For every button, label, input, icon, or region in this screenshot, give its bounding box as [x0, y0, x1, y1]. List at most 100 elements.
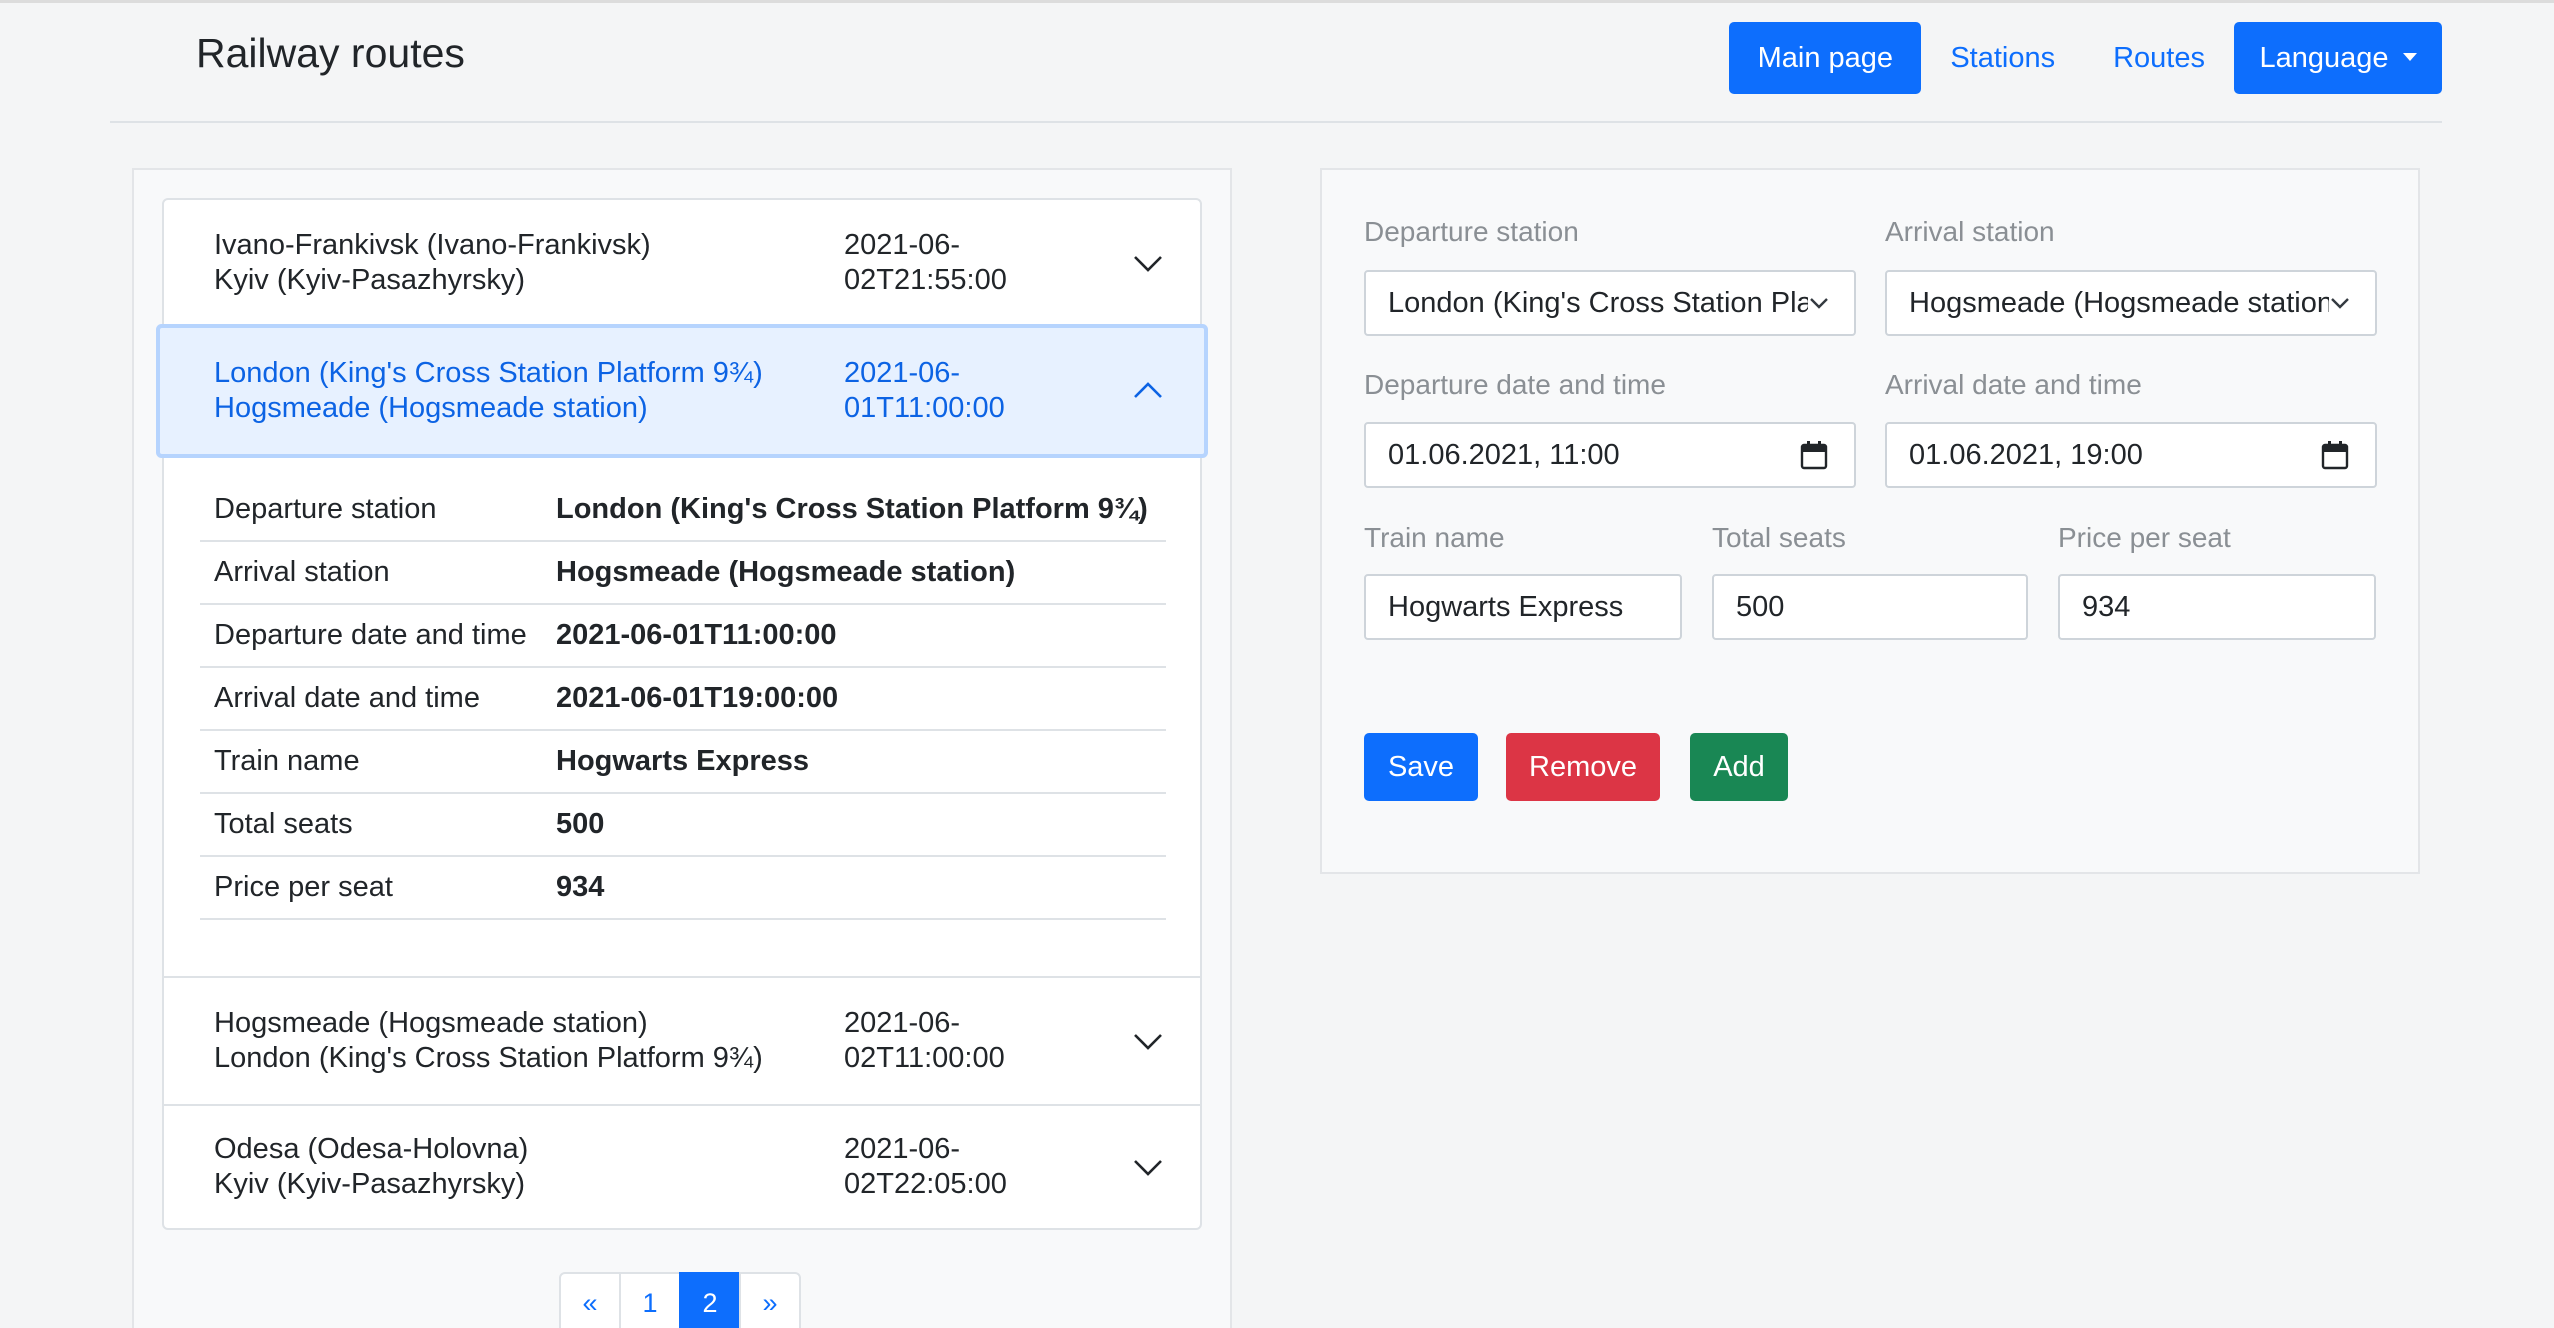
- train-name-value: Hogwarts Express: [1388, 590, 1624, 623]
- route-date-line2: 01T11:00:00: [844, 392, 1005, 424]
- chevron-down-icon: [1808, 292, 1830, 314]
- route-date: 2021-06- 01T11:00:00: [844, 356, 1024, 426]
- detail-label: Arrival station: [200, 541, 542, 605]
- route-stations: Ivano-Frankivsk (Ivano-Frankivsk) Kyiv (…: [214, 228, 814, 298]
- pagination-prev[interactable]: «: [559, 1272, 621, 1328]
- route-header[interactable]: Odesa (Odesa-Holovna) Kyiv (Kyiv-Pasazhy…: [164, 1106, 1200, 1228]
- route-date-line1: 2021-06-: [844, 1133, 961, 1165]
- route-header[interactable]: Hogsmeade (Hogsmeade station) London (Ki…: [164, 978, 1200, 1104]
- pagination-page-1[interactable]: 1: [619, 1272, 681, 1328]
- detail-label: Total seats: [200, 793, 542, 857]
- route-item-expanded: London (King's Cross Station Platform 9¾…: [160, 328, 1204, 978]
- route-date-line2: 02T22:05:00: [844, 1168, 1007, 1200]
- table-row: Total seats 500: [200, 793, 1166, 857]
- route-stations: Odesa (Odesa-Holovna) Kyiv (Kyiv-Pasazhy…: [214, 1132, 814, 1202]
- price-per-seat-value: 934: [2082, 590, 2131, 623]
- calendar-icon[interactable]: [1800, 440, 1828, 470]
- calendar-icon[interactable]: [2321, 440, 2349, 470]
- detail-value: 2021-06-01T19:00:00: [542, 667, 1166, 731]
- routes-accordion: Ivano-Frankivsk (Ivano-Frankivsk) Kyiv (…: [160, 198, 1204, 1230]
- language-label: Language: [2259, 41, 2389, 74]
- route-arrival: London (King's Cross Station Platform 9¾…: [214, 1042, 763, 1074]
- route-item: Hogsmeade (Hogsmeade station) London (Ki…: [164, 978, 1200, 1106]
- route-item: Ivano-Frankivsk (Ivano-Frankivsk) Kyiv (…: [164, 200, 1200, 328]
- total-seats-input[interactable]: 500: [1712, 574, 2028, 640]
- route-departure: London (King's Cross Station Platform 9¾…: [214, 357, 763, 389]
- detail-label: Price per seat: [200, 856, 542, 920]
- chevron-down-icon: [1134, 1160, 1162, 1176]
- arrival-station-value: Hogsmeade (Hogsmeade station): [1909, 286, 2329, 319]
- table-row: Arrival date and time 2021-06-01T19:00:0…: [200, 667, 1166, 731]
- arrival-station-select[interactable]: Hogsmeade (Hogsmeade station): [1885, 270, 2377, 336]
- add-button[interactable]: Add: [1690, 733, 1788, 801]
- arrival-datetime-value: 01.06.2021, 19:00: [1909, 438, 2143, 471]
- caret-down-icon: [2402, 52, 2417, 61]
- brand-title: Railway routes: [196, 30, 465, 76]
- route-header[interactable]: Ivano-Frankivsk (Ivano-Frankivsk) Kyiv (…: [164, 200, 1200, 326]
- total-seats-label: Total seats: [1712, 522, 1846, 553]
- routes-link[interactable]: Routes: [2084, 42, 2234, 75]
- table-row: Departure date and time 2021-06-01T11:00…: [200, 604, 1166, 668]
- detail-label: Departure station: [200, 478, 542, 542]
- stations-link[interactable]: Stations: [1921, 42, 2084, 75]
- table-row: Price per seat 934: [200, 856, 1166, 920]
- route-date: 2021-06- 02T22:05:00: [844, 1132, 1024, 1202]
- detail-value: 2021-06-01T11:00:00: [542, 604, 1166, 668]
- route-date-line2: 02T21:55:00: [844, 264, 1007, 296]
- chevron-down-icon: [1134, 256, 1162, 272]
- departure-station-value: London (King's Cross Station Platform 9¾…: [1388, 286, 1808, 319]
- language-dropdown-button[interactable]: Language: [2234, 22, 2442, 94]
- train-name-label: Train name: [1364, 522, 1505, 553]
- departure-station-label: Departure station: [1364, 216, 1579, 247]
- route-arrival: Kyiv (Kyiv-Pasazhyrsky): [214, 1168, 525, 1200]
- departure-datetime-label: Departure date and time: [1364, 369, 1666, 400]
- detail-value: 500: [542, 793, 1166, 857]
- route-stations: Hogsmeade (Hogsmeade station) London (Ki…: [214, 1006, 814, 1076]
- detail-value: London (King's Cross Station Platform 9¾…: [542, 478, 1166, 542]
- nav-menu: Main page Stations Routes Language: [1729, 22, 2442, 94]
- arrival-datetime-input[interactable]: 01.06.2021, 19:00: [1885, 422, 2377, 488]
- detail-value: Hogwarts Express: [542, 730, 1166, 794]
- save-button[interactable]: Save: [1364, 733, 1478, 801]
- arrival-station-label: Arrival station: [1885, 216, 2055, 247]
- route-departure: Hogsmeade (Hogsmeade station): [214, 1007, 648, 1039]
- route-stations: London (King's Cross Station Platform 9¾…: [214, 356, 814, 426]
- route-date: 2021-06- 02T11:00:00: [844, 1006, 1024, 1076]
- detail-label: Train name: [200, 730, 542, 794]
- remove-button[interactable]: Remove: [1506, 733, 1660, 801]
- departure-datetime-input[interactable]: 01.06.2021, 11:00: [1364, 422, 1856, 488]
- route-arrival: Kyiv (Kyiv-Pasazhyrsky): [214, 264, 525, 296]
- detail-value: Hogsmeade (Hogsmeade station): [542, 541, 1166, 605]
- pagination-next[interactable]: »: [739, 1272, 801, 1328]
- table-row: Train name Hogwarts Express: [200, 730, 1166, 794]
- chevron-up-icon: [1134, 382, 1162, 398]
- price-per-seat-input[interactable]: 934: [2058, 574, 2376, 640]
- arrival-datetime-label: Arrival date and time: [1885, 369, 2142, 400]
- departure-datetime-value: 01.06.2021, 11:00: [1388, 438, 1620, 471]
- pagination: « 1 2 »: [559, 1272, 801, 1328]
- price-per-seat-label: Price per seat: [2058, 522, 2231, 553]
- table-row: Arrival station Hogsmeade (Hogsmeade sta…: [200, 541, 1166, 605]
- route-date-line2: 02T11:00:00: [844, 1042, 1005, 1074]
- route-details: Departure station London (King's Cross S…: [164, 454, 1200, 976]
- route-departure: Odesa (Odesa-Holovna): [214, 1133, 529, 1165]
- route-item: Odesa (Odesa-Holovna) Kyiv (Kyiv-Pasazhy…: [164, 1106, 1200, 1228]
- route-date-line1: 2021-06-: [844, 229, 961, 261]
- table-row: Departure station London (King's Cross S…: [200, 478, 1166, 542]
- route-date: 2021-06- 02T21:55:00: [844, 228, 1024, 298]
- route-details-table: Departure station London (King's Cross S…: [200, 478, 1166, 920]
- main-page-button[interactable]: Main page: [1729, 22, 1922, 94]
- chevron-down-icon: [1134, 1034, 1162, 1050]
- total-seats-value: 500: [1736, 590, 1785, 623]
- route-date-line1: 2021-06-: [844, 1007, 961, 1039]
- detail-label: Arrival date and time: [200, 667, 542, 731]
- train-name-input[interactable]: Hogwarts Express: [1364, 574, 1682, 640]
- departure-station-select[interactable]: London (King's Cross Station Platform 9¾…: [1364, 270, 1856, 336]
- route-date-line1: 2021-06-: [844, 357, 961, 389]
- route-arrival: Hogsmeade (Hogsmeade station): [214, 392, 648, 424]
- route-header-active[interactable]: London (King's Cross Station Platform 9¾…: [160, 328, 1204, 454]
- detail-value: 934: [542, 856, 1166, 920]
- pagination-page-2[interactable]: 2: [679, 1272, 741, 1328]
- route-departure: Ivano-Frankivsk (Ivano-Frankivsk): [214, 229, 651, 261]
- navbar: Railway routes Main page Stations Routes…: [110, 0, 2442, 123]
